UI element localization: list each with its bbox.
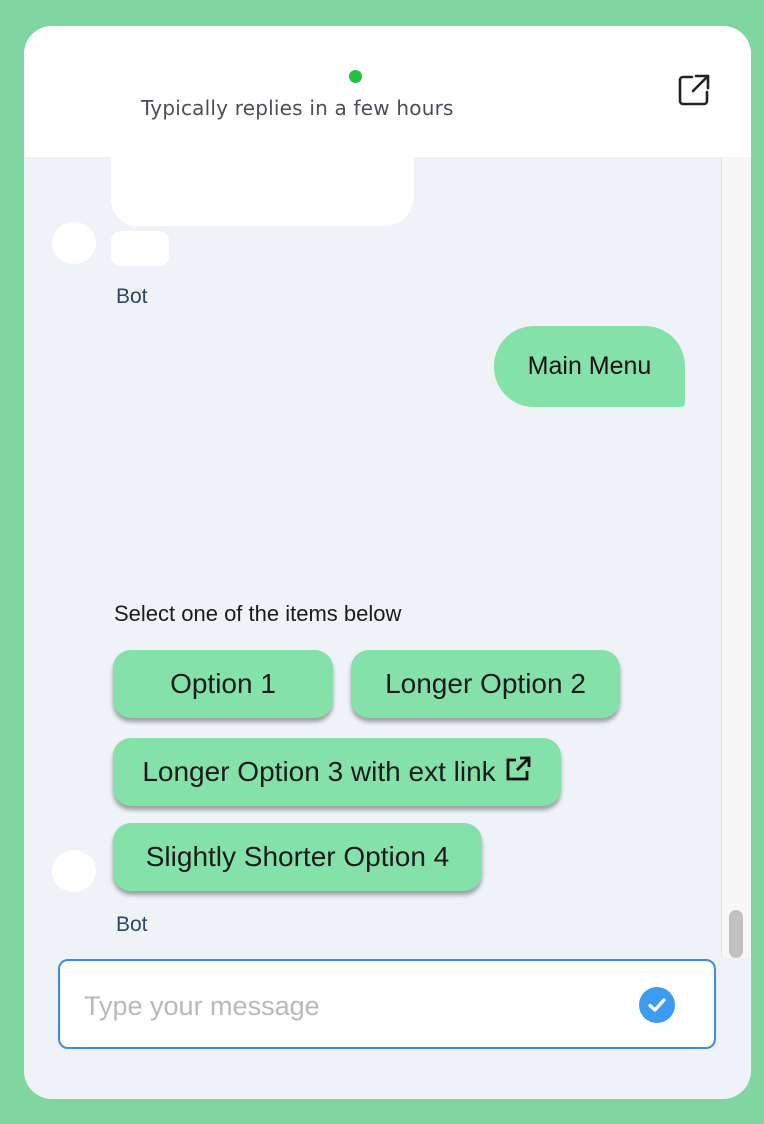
bot-message-card [111, 136, 414, 226]
online-status-dot [349, 70, 362, 83]
send-button[interactable] [639, 987, 675, 1023]
option-label: Longer Option 2 [385, 668, 586, 699]
reply-time-subtitle: Typically replies in a few hours [141, 96, 454, 120]
option-label: Longer Option 3 with ext link [142, 756, 496, 787]
bot-avatar [52, 222, 96, 264]
bot-message-small [111, 231, 169, 266]
option-2-button[interactable]: Longer Option 2 [351, 650, 620, 718]
bot-sender-label: Bot [116, 285, 148, 308]
agent-avatar [64, 76, 116, 114]
option-1-button[interactable]: Option 1 [113, 650, 333, 718]
option-label: Slightly Shorter Option 4 [145, 841, 450, 872]
external-link-icon [504, 755, 532, 783]
scrollbar-thumb[interactable] [729, 910, 743, 958]
chat-widget: Typically replies in a few hours Bot Mai… [24, 26, 751, 1099]
message-composer [58, 959, 716, 1049]
agent-name [141, 64, 351, 84]
scrollbar-track[interactable] [721, 157, 751, 957]
external-window-icon[interactable] [676, 72, 712, 108]
bot-prompt-text: Select one of the items below [114, 601, 402, 626]
checkmark-icon [648, 998, 666, 1012]
message-input[interactable] [82, 983, 626, 1029]
user-message-bubble: Main Menu [494, 326, 685, 407]
option-4-button[interactable]: Slightly Shorter Option 4 [113, 823, 482, 891]
option-3-button[interactable]: Longer Option 3 with ext link [113, 738, 561, 806]
bot-sender-label: Bot [116, 913, 148, 936]
bot-avatar [52, 850, 96, 892]
option-label: Option 1 [170, 668, 276, 699]
